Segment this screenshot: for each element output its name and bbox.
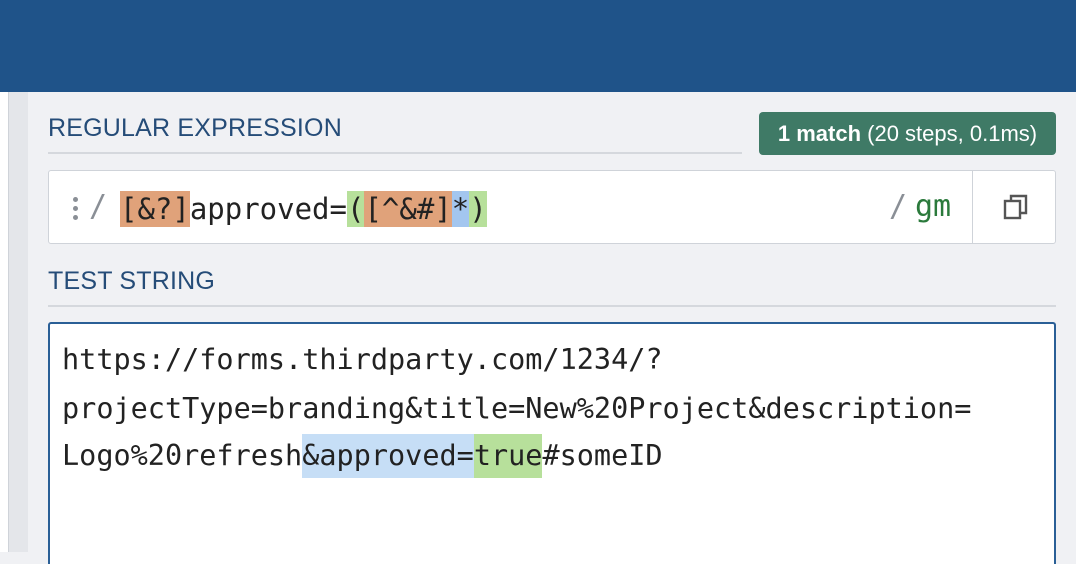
pattern-token-group-close: )	[469, 191, 487, 227]
text-after-match: #someID	[542, 439, 663, 472]
pattern-token-literal: approved=	[189, 192, 347, 226]
pattern-token-negated-set: [^&#]	[364, 191, 452, 227]
pattern-token-char-set: [&?]	[120, 191, 190, 227]
copy-icon	[1003, 194, 1028, 220]
match-highlight: &approved=	[302, 434, 474, 478]
pattern-token-quantifier: *	[451, 191, 470, 227]
panel-gutter	[9, 92, 28, 552]
test-string-input[interactable]: https://forms.thirdparty.com/1234/? proj…	[48, 322, 1056, 564]
kebab-menu-icon[interactable]	[73, 197, 79, 221]
regex-input-box[interactable]: / [&?]approved=([^&#]*) / gm	[48, 170, 1056, 244]
left-sidebar-edge	[0, 92, 9, 552]
test-string-line: https://forms.thirdparty.com/1234/?	[62, 343, 663, 376]
regex-delimiter-open: /	[89, 189, 108, 224]
match-count: 1 match	[777, 121, 862, 146]
top-header-bar	[0, 0, 1076, 92]
text-before-match: Logo%20refresh	[62, 439, 303, 472]
test-string-line: Logo%20refresh&approved=true#someID	[62, 434, 663, 478]
match-info-badge: 1 match (20 steps, 0.1ms)	[759, 112, 1056, 155]
regex-title-divider	[48, 152, 742, 154]
copy-regex-button[interactable]	[972, 171, 1056, 243]
regex-flags[interactable]: gm	[915, 189, 951, 224]
test-string-section-title: TEST STRING	[48, 267, 216, 295]
pattern-token-group-open: (	[346, 191, 365, 227]
test-string-title-divider	[48, 305, 1056, 307]
regex-pattern-input[interactable]: [&?]approved=([^&#]*)	[120, 191, 487, 227]
test-string-line: projectType=branding&title=New%20Project…	[62, 392, 972, 425]
match-detail: (20 steps, 0.1ms)	[861, 121, 1038, 146]
main-editor-panel: REGULAR EXPRESSION 1 match (20 steps, 0.…	[28, 92, 1076, 564]
regex-section-title: REGULAR EXPRESSION	[48, 114, 342, 142]
regex-delimiter-close: /	[889, 189, 908, 224]
match-group-highlight: true	[473, 434, 543, 478]
